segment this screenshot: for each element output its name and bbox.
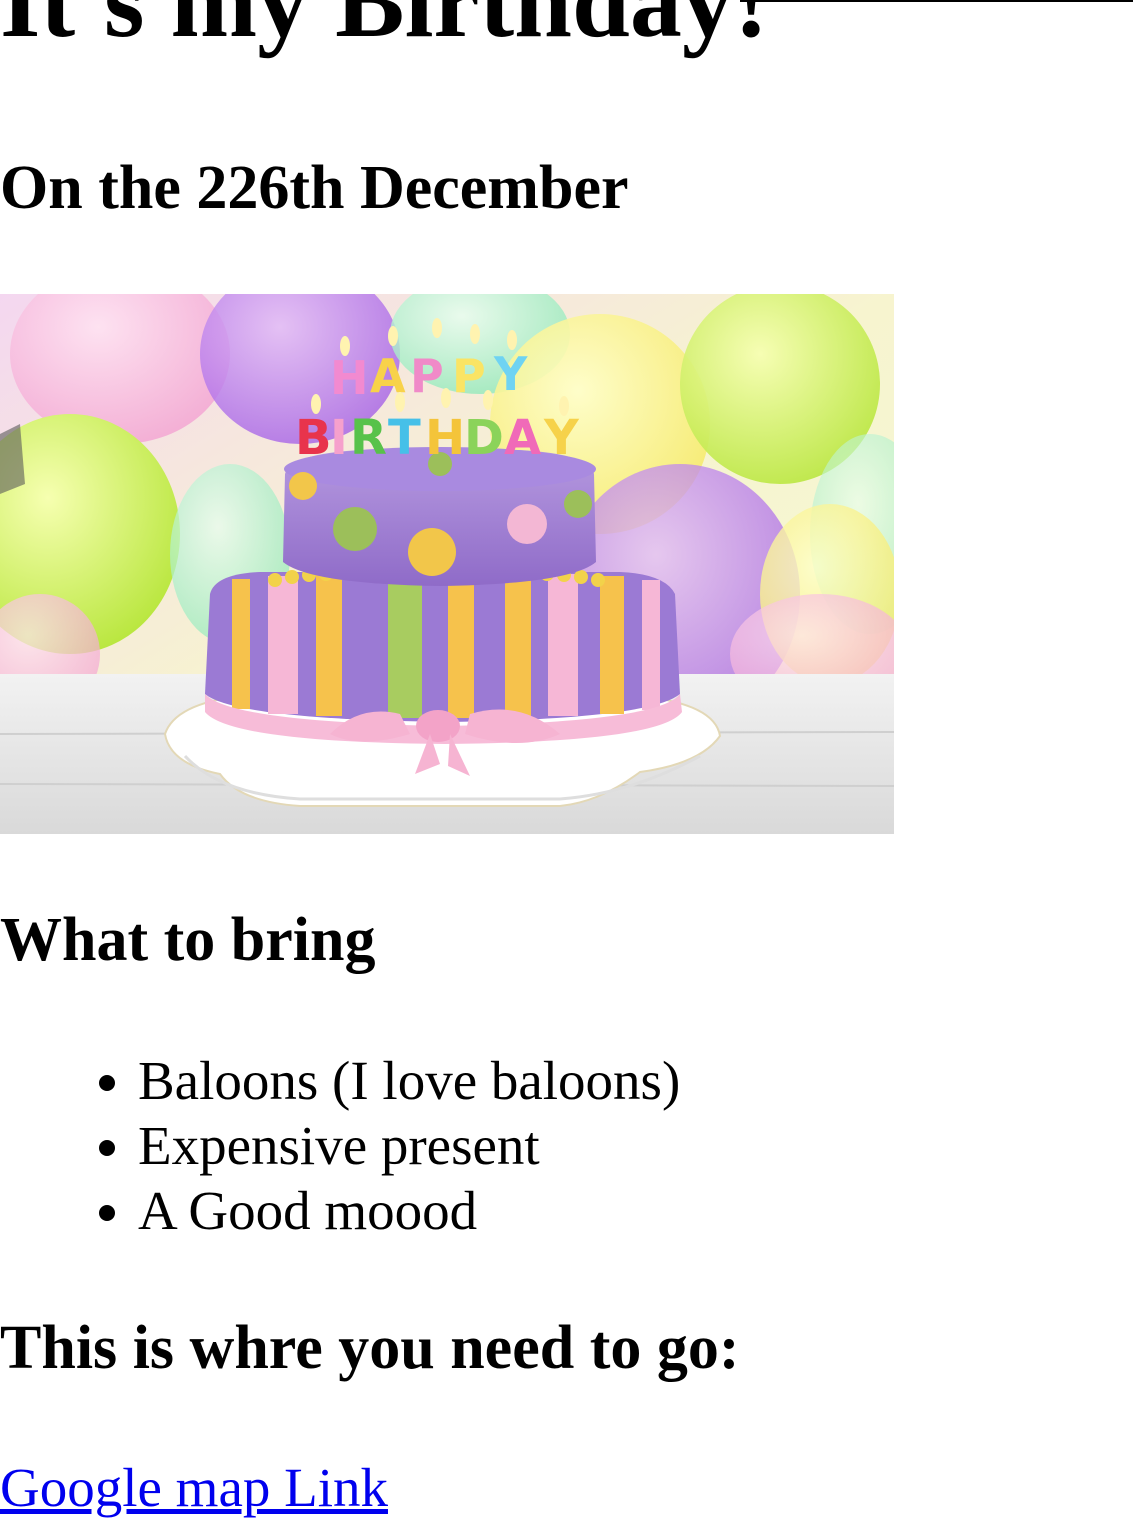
- list-item: Expensive present: [138, 1113, 680, 1178]
- directions-heading: This is whre you need to go:: [0, 1314, 740, 1382]
- google-map-link[interactable]: Google map Link: [0, 1455, 388, 1520]
- svg-text:R: R: [350, 410, 387, 466]
- top-divider: [740, 0, 1133, 2]
- birthday-cake-illustration: H A P P Y B I R T H D A Y: [0, 294, 894, 834]
- page-title: It's my Birthday!: [0, 0, 769, 59]
- candle-letter: H: [330, 351, 369, 405]
- list-item: Baloons (I love baloons): [138, 1048, 680, 1113]
- svg-text:A: A: [504, 410, 541, 466]
- svg-text:B: B: [295, 410, 332, 466]
- svg-text:Y: Y: [493, 347, 528, 401]
- birthday-cake-image: H A P P Y B I R T H D A Y: [0, 294, 894, 834]
- bring-list: Baloons (I love baloons) Expensive prese…: [0, 1048, 680, 1243]
- svg-text:D: D: [464, 410, 504, 466]
- list-item: A Good moood: [138, 1178, 680, 1243]
- what-to-bring-heading: What to bring: [0, 906, 376, 974]
- svg-text:P: P: [410, 349, 444, 403]
- date-heading: On the 226th December: [0, 154, 629, 222]
- svg-text:T: T: [388, 410, 421, 466]
- svg-text:Y: Y: [543, 410, 580, 466]
- svg-text:I: I: [330, 410, 348, 466]
- svg-text:H: H: [425, 410, 465, 466]
- svg-text:P: P: [452, 349, 486, 403]
